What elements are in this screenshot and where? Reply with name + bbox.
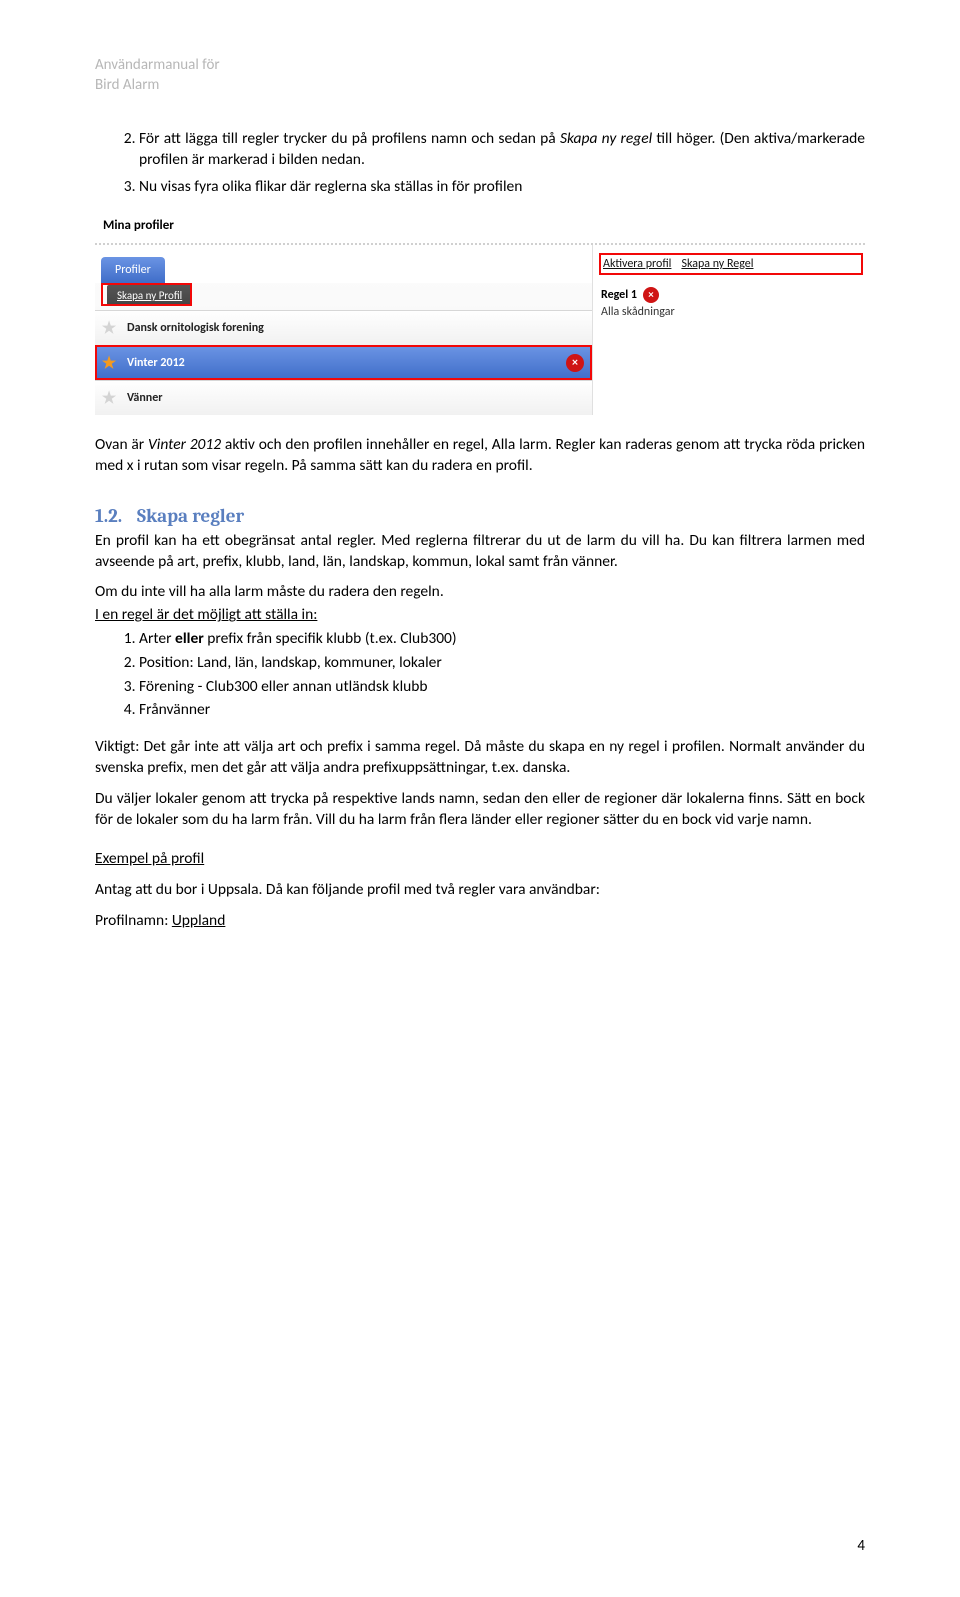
main-numbered-list: För att lägga till regler trycker du på … [95,129,865,198]
body-paragraph-1: En profil kan ha ett obegränsat antal re… [95,531,865,573]
delete-icon[interactable]: × [566,354,584,372]
after-screenshot-paragraph: Ovan är Vinter 2012 aktiv och den profil… [95,435,865,477]
rule-settings-list: Arter eller prefix från specifik klubb (… [95,628,865,721]
body-paragraph-6: Antag att du bor i Uppsala. Då kan följa… [95,880,865,901]
page: Användarmanual för Bird Alarm För att lä… [0,0,960,1597]
rule-subtitle: Alla skådningar [601,305,861,319]
profile-detail: Aktivera profil Skapa ny Regel Regel 1 ×… [593,245,865,415]
rule-item[interactable]: Regel 1 × [601,287,861,303]
body-paragraph-2: Om du inte vill ha alla larm måste du ra… [95,582,865,603]
star-icon[interactable]: ★ [95,318,123,338]
body-paragraph-3: I en regel är det möjligt att ställa in: [95,605,865,626]
example-heading: Exempel på profil [95,849,865,870]
profile-label: Vinter 2012 [123,346,566,380]
rule-setting-3: Förening - Club300 eller annan utländsk … [139,676,865,698]
profile-row-dansk[interactable]: ★ Dansk ornitologisk forening [95,310,592,345]
rule-settings-intro: I en regel är det möjligt att ställa in: [95,605,317,624]
body-paragraph-4: Viktigt: Det går inte att välja art och … [95,737,865,779]
rs1-bold: eller [175,629,204,648]
profile-row-vanner[interactable]: ★ Vänner [95,380,592,415]
rule-name: Regel 1 [601,288,637,302]
activate-profile-link[interactable]: Aktivera profil [603,257,671,271]
step-3-text: Nu visas fyra olika flikar där reglerna … [139,177,522,196]
profile-label: Dansk ornitologisk forening [123,311,592,345]
profile-row-vinter[interactable]: ★ Vinter 2012 × [95,345,592,380]
step-2: För att lägga till regler trycker du på … [139,129,865,171]
rule-setting-2: Position: Land, län, landskap, kommuner,… [139,652,865,674]
profile-name-line: Profilnamn: Uppland [95,911,865,932]
profile-label: Vänner [123,381,592,415]
profiles-list: Profiler Skapa ny Profil ★ Dansk ornitol… [95,245,593,415]
step-2-text-a: För att lägga till regler trycker du på … [139,129,560,148]
star-icon[interactable]: ★ [95,353,123,373]
panel-title: Mina profiler [95,212,865,243]
panel-body: Profiler Skapa ny Profil ★ Dansk ornitol… [95,245,865,415]
detail-actions: Aktivera profil Skapa ny Regel [601,255,861,273]
profiles-panel: Mina profiler Profiler Skapa ny Profil ★… [95,212,865,415]
step-2-italic: Skapa ny regel [560,129,652,148]
section-number: 1.2. [95,505,137,527]
tab-profiler[interactable]: Profiler [101,257,165,283]
rule-setting-1: Arter eller prefix från specifik klubb (… [139,628,865,650]
page-header: Användarmanual för Bird Alarm [95,56,865,95]
header-line-2: Bird Alarm [95,76,865,96]
section-title: Skapa regler [137,505,244,527]
after-ss-italic: Vinter 2012 [148,435,221,454]
rs1-b: prefix från specifik klubb (t.ex. Club30… [204,629,457,648]
after-ss-a: Ovan är [95,435,148,454]
section-heading: 1.2.Skapa regler [95,505,865,527]
delete-icon[interactable]: × [643,287,659,303]
create-rule-link[interactable]: Skapa ny Regel [681,257,753,271]
rs1-a: Arter [139,629,175,648]
profilnamn-label: Profilnamn: [95,911,172,930]
create-profile-button[interactable]: Skapa ny Profil [107,285,192,306]
step-3: Nu visas fyra olika flikar där reglerna … [139,177,865,198]
header-line-1: Användarmanual för [95,56,865,76]
embedded-screenshot: Mina profiler Profiler Skapa ny Profil ★… [95,212,865,415]
body-paragraph-5: Du väljer lokaler genom att trycka på re… [95,789,865,831]
rule-setting-4: Frånvänner [139,699,865,721]
star-icon[interactable]: ★ [95,388,123,408]
profilnamn-value: Uppland [172,911,226,930]
page-number: 4 [857,1537,865,1555]
tab-row: Profiler [95,245,592,283]
